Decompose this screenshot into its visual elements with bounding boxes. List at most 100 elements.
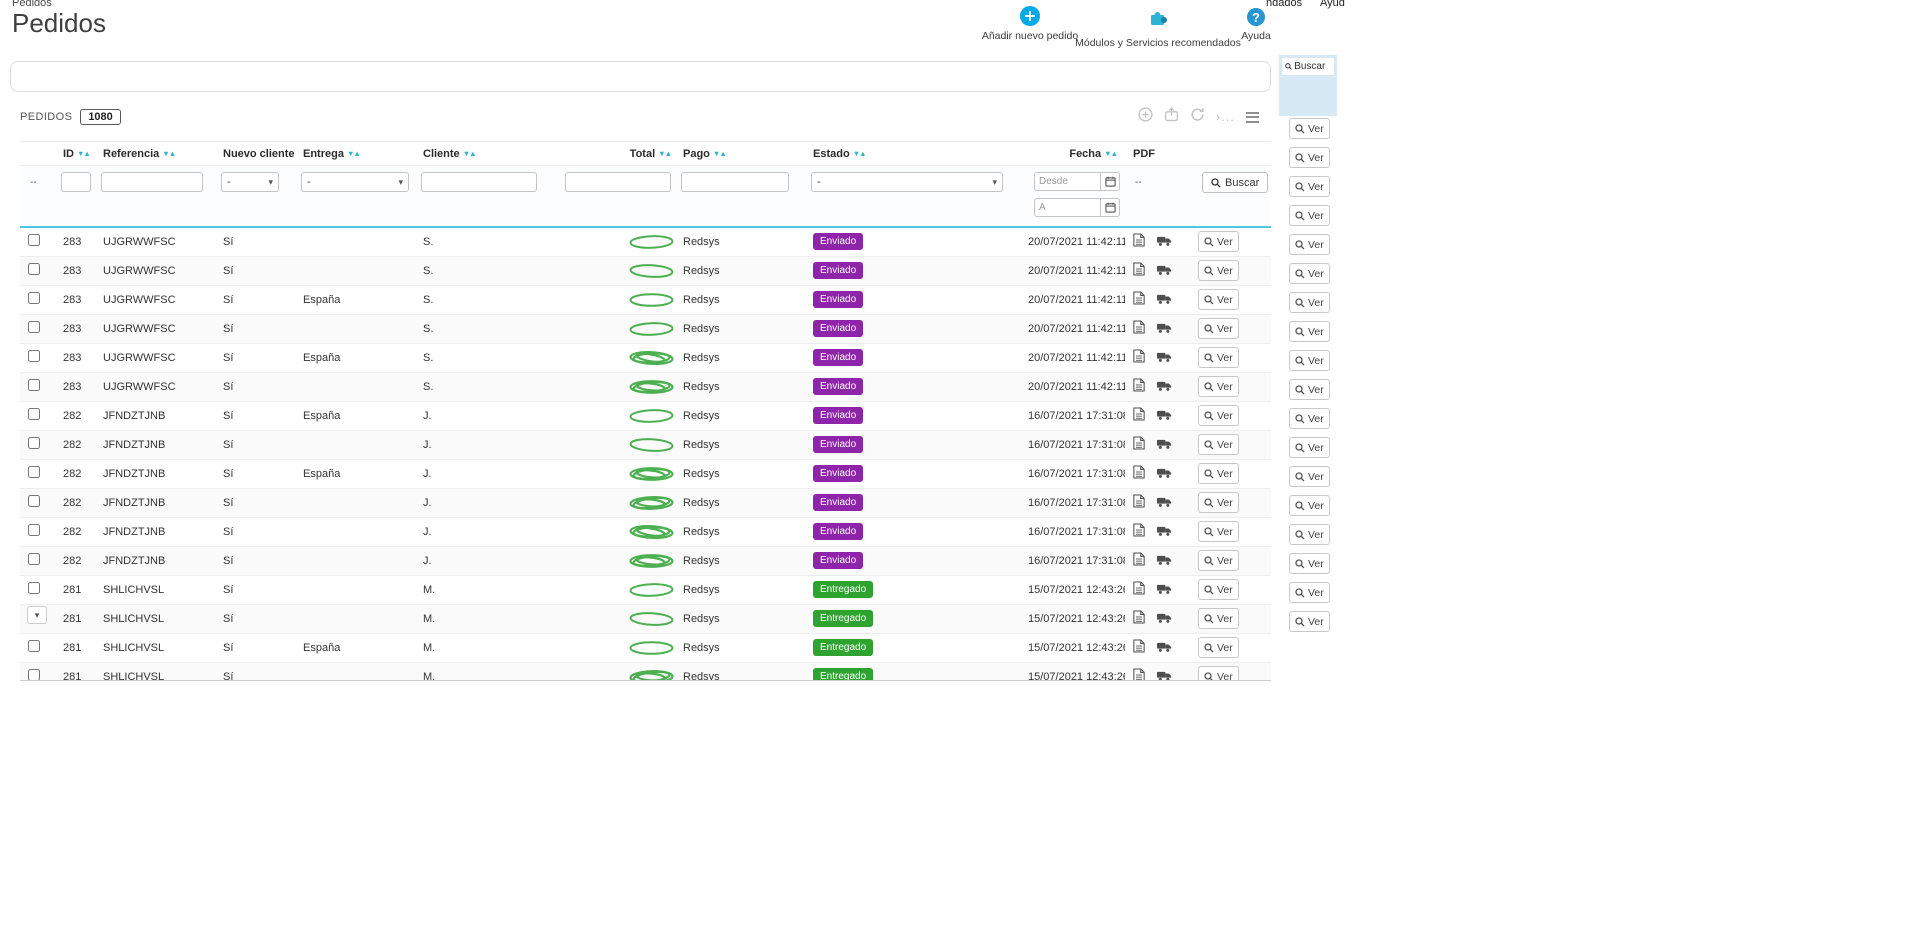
row-checkbox[interactable] — [28, 234, 40, 246]
view-order-button[interactable]: Ver — [1289, 263, 1330, 284]
view-order-button[interactable]: Ver — [1198, 666, 1239, 681]
column-header-ref[interactable]: Referencia▼▲ — [95, 142, 215, 166]
view-order-button[interactable]: Ver — [1198, 289, 1239, 310]
sort-icons[interactable]: ▼▲ — [162, 149, 175, 158]
view-order-button[interactable]: Ver — [1289, 205, 1330, 226]
view-order-button[interactable]: Ver — [1289, 147, 1330, 168]
view-order-button[interactable]: Ver — [1198, 376, 1239, 397]
sort-icons[interactable]: ▼▲ — [713, 149, 726, 158]
invoice-pdf-icon[interactable] — [1133, 233, 1145, 250]
bulk-actions-caret-button[interactable]: ▾ — [27, 606, 47, 624]
row-checkbox[interactable] — [28, 350, 40, 362]
view-order-button[interactable]: Ver — [1198, 550, 1239, 571]
delivery-slip-pdf-icon[interactable] — [1157, 409, 1172, 424]
invoice-pdf-icon[interactable] — [1133, 436, 1145, 453]
view-order-button[interactable]: Ver — [1198, 463, 1239, 484]
column-header-delivery[interactable]: Entrega▼▲ — [295, 142, 415, 166]
delivery-slip-pdf-icon[interactable] — [1157, 293, 1172, 308]
view-order-button[interactable]: Ver — [1198, 521, 1239, 542]
invoice-pdf-icon[interactable] — [1133, 349, 1145, 366]
view-order-button[interactable]: Ver — [1198, 492, 1239, 513]
row-checkbox[interactable] — [28, 292, 40, 304]
invoice-pdf-icon[interactable] — [1133, 581, 1145, 598]
view-order-button[interactable]: Ver — [1289, 176, 1330, 197]
delivery-slip-pdf-icon[interactable] — [1157, 235, 1172, 250]
column-header-date[interactable]: Fecha▼▲ — [1020, 142, 1125, 166]
view-order-button[interactable]: Ver — [1289, 350, 1330, 371]
delivery-slip-pdf-icon[interactable] — [1157, 525, 1172, 540]
invoice-pdf-icon[interactable] — [1133, 291, 1145, 308]
list-menu-icon[interactable] — [1246, 112, 1259, 123]
row-checkbox[interactable] — [28, 582, 40, 594]
delivery-slip-pdf-icon[interactable] — [1157, 467, 1172, 482]
delivery-slip-pdf-icon[interactable] — [1157, 351, 1172, 366]
filter-total-input[interactable] — [565, 172, 671, 192]
delivery-slip-pdf-icon[interactable] — [1157, 554, 1172, 569]
filter-date-to-input[interactable] — [1034, 198, 1100, 217]
sort-icons[interactable]: ▼▲ — [1104, 149, 1117, 158]
filter-customer-input[interactable] — [421, 172, 537, 192]
row-checkbox[interactable] — [28, 408, 40, 420]
row-checkbox[interactable] — [28, 437, 40, 449]
export-icon[interactable] — [1164, 107, 1179, 127]
invoice-pdf-icon[interactable] — [1133, 523, 1145, 540]
view-order-button[interactable]: Ver — [1289, 379, 1330, 400]
invoice-pdf-icon[interactable] — [1133, 610, 1145, 627]
view-order-button[interactable]: Ver — [1289, 524, 1330, 545]
view-order-button[interactable]: Ver — [1198, 434, 1239, 455]
delivery-slip-pdf-icon[interactable] — [1157, 670, 1172, 681]
view-order-button[interactable]: Ver — [1289, 234, 1330, 255]
overflow-menu-icon[interactable]: ›... — [1216, 112, 1235, 122]
view-order-button[interactable]: Ver — [1198, 318, 1239, 339]
view-order-button[interactable]: Ver — [1198, 347, 1239, 368]
row-checkbox[interactable] — [28, 466, 40, 478]
view-order-button[interactable]: Ver — [1198, 405, 1239, 426]
sort-icons[interactable]: ▼▲ — [463, 149, 476, 158]
delivery-slip-pdf-icon[interactable] — [1157, 438, 1172, 453]
sort-icons[interactable]: ▼▲ — [658, 149, 671, 158]
refresh-icon[interactable] — [1190, 107, 1205, 127]
delivery-slip-pdf-icon[interactable] — [1157, 612, 1172, 627]
view-order-button[interactable]: Ver — [1289, 611, 1330, 632]
calendar-icon[interactable] — [1100, 198, 1120, 217]
sort-icons[interactable]: ▼▲ — [853, 149, 866, 158]
invoice-pdf-icon[interactable] — [1133, 494, 1145, 511]
filter-reference-input[interactable] — [101, 172, 203, 192]
invoice-pdf-icon[interactable] — [1133, 378, 1145, 395]
view-order-button[interactable]: Ver — [1289, 118, 1330, 139]
filter-id-input[interactable] — [61, 172, 91, 192]
invoice-pdf-icon[interactable] — [1133, 668, 1145, 681]
row-checkbox[interactable] — [28, 669, 40, 681]
view-order-button[interactable]: Ver — [1289, 408, 1330, 429]
row-checkbox[interactable] — [28, 640, 40, 652]
help-button[interactable]: ? Ayuda — [1226, 8, 1286, 42]
view-order-button[interactable]: Ver — [1198, 637, 1239, 658]
sort-icons[interactable]: ▼▲ — [77, 149, 90, 158]
delivery-slip-pdf-icon[interactable] — [1157, 322, 1172, 337]
filter-status-select[interactable]: -▾ — [811, 172, 1003, 192]
invoice-pdf-icon[interactable] — [1133, 407, 1145, 424]
view-order-button[interactable]: Ver — [1198, 608, 1239, 629]
delivery-slip-pdf-icon[interactable] — [1157, 641, 1172, 656]
invoice-pdf-icon[interactable] — [1133, 552, 1145, 569]
view-order-button[interactable]: Ver — [1289, 553, 1330, 574]
row-checkbox[interactable] — [28, 553, 40, 565]
calendar-icon[interactable] — [1100, 172, 1120, 191]
delivery-slip-pdf-icon[interactable] — [1157, 583, 1172, 598]
delivery-slip-pdf-icon[interactable] — [1157, 264, 1172, 279]
column-header-customer[interactable]: Cliente▼▲ — [415, 142, 555, 166]
view-order-button[interactable]: Ver — [1289, 292, 1330, 313]
invoice-pdf-icon[interactable] — [1133, 639, 1145, 656]
column-header-id[interactable]: ID▼▲ — [55, 142, 95, 166]
filter-payment-input[interactable] — [681, 172, 789, 192]
side-search-box[interactable] — [1282, 58, 1334, 75]
invoice-pdf-icon[interactable] — [1133, 320, 1145, 337]
invoice-pdf-icon[interactable] — [1133, 465, 1145, 482]
view-order-button[interactable]: Ver — [1289, 582, 1330, 603]
filter-search-button[interactable]: Buscar — [1202, 172, 1268, 193]
delivery-slip-pdf-icon[interactable] — [1157, 496, 1172, 511]
filter-new-customer-select[interactable]: -▾ — [221, 172, 279, 192]
delivery-slip-pdf-icon[interactable] — [1157, 380, 1172, 395]
invoice-pdf-icon[interactable] — [1133, 262, 1145, 279]
view-order-button[interactable]: Ver — [1289, 466, 1330, 487]
